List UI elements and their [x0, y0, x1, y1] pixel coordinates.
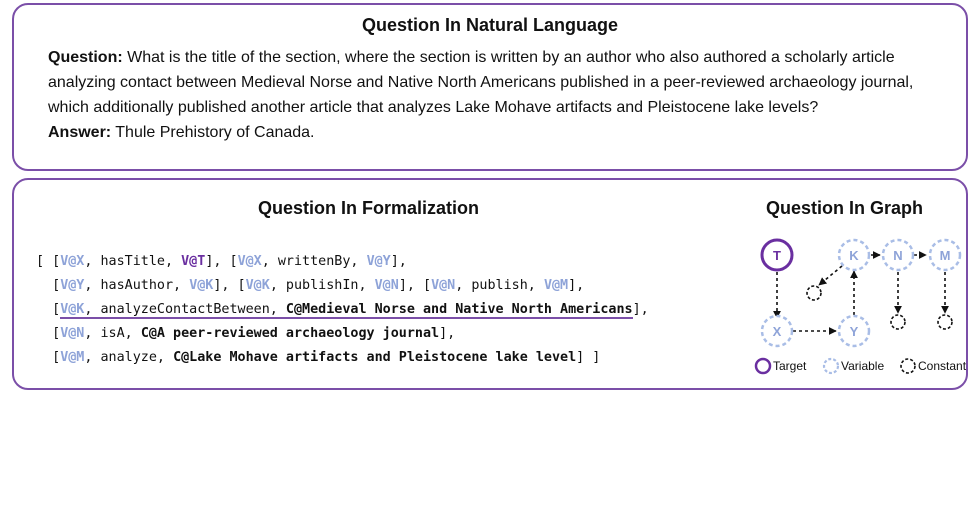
code-token: , analyzeContactBetween,	[84, 302, 286, 319]
question-block: Question: What is the title of the secti…	[48, 45, 926, 145]
legend-constant-icon	[900, 358, 916, 374]
legend-constant-label: Constant	[918, 359, 967, 373]
node-y: Y	[837, 314, 871, 348]
svg-text:M: M	[940, 248, 951, 263]
variable-token: V@K	[189, 278, 214, 293]
formal-query-code: [ [V@X, hasTitle, V@T], [V@X, writtenBy,…	[36, 250, 649, 370]
code-token: [	[36, 278, 61, 293]
svg-text:N: N	[893, 248, 902, 263]
code-token: ], [	[398, 278, 432, 293]
node-m: M	[928, 238, 962, 272]
variable-token: V@N	[431, 278, 456, 293]
code-token: ], [	[205, 254, 238, 269]
svg-text:K: K	[849, 248, 859, 263]
code-token: , publishIn,	[269, 278, 375, 293]
constant-token: C@Lake Mohave artifacts and Pleistocene …	[173, 350, 577, 365]
formalization-panel: Question In Formalization Question In Gr…	[12, 178, 968, 390]
constant-token: C@Medieval Norse and Native North Americ…	[285, 302, 633, 319]
node-k: K	[837, 238, 871, 272]
code-token: , writtenBy,	[261, 254, 367, 269]
code-token: , analyze,	[84, 350, 174, 365]
svg-text:T: T	[773, 248, 781, 263]
code-token: [	[36, 326, 61, 341]
node-x: X	[760, 314, 794, 348]
code-token: ], [	[213, 278, 246, 293]
node-t: T	[760, 238, 794, 272]
graph-legend: Target Variable Constant	[754, 357, 967, 375]
code-token: , hasTitle,	[84, 254, 182, 269]
question-text: What is the title of the section, where …	[48, 49, 914, 116]
code-line: [V@M, analyze, C@Lake Mohave artifacts a…	[36, 346, 649, 370]
code-line: [ [V@X, hasTitle, V@T], [V@X, writtenBy,…	[36, 250, 649, 274]
question-label: Question:	[48, 49, 123, 66]
variable-token: V@N	[374, 278, 399, 293]
constant-token: C@A peer-reviewed archaeology journal	[140, 326, 440, 341]
constant-node-2	[890, 314, 906, 330]
svg-text:Y: Y	[850, 324, 859, 339]
variable-token: V@K	[60, 302, 85, 319]
code-token: [ [	[36, 254, 61, 269]
variable-token: V@M	[543, 278, 569, 293]
code-token: ],	[632, 302, 649, 317]
natural-language-title: Question In Natural Language	[361, 15, 619, 35]
code-token: ] ]	[576, 350, 601, 365]
legend-variable-label: Variable	[841, 359, 884, 373]
code-token: , isA,	[84, 326, 141, 341]
natural-language-panel: Question In Natural Language Question: W…	[12, 3, 968, 171]
legend-target-label: Target	[773, 359, 807, 373]
formalization-title: Question In Formalization	[258, 198, 480, 218]
code-token: , hasAuthor,	[84, 278, 190, 293]
code-line: [V@K, analyzeContactBetween, C@Medieval …	[36, 298, 649, 322]
variable-token: V@M	[60, 350, 85, 365]
legend-target-icon	[754, 357, 772, 375]
variable-token: V@X	[237, 254, 262, 269]
code-token: [	[36, 302, 61, 317]
question-graph: T K N M X Y Target Variable Constant	[754, 238, 967, 375]
variable-token: V@Y	[60, 278, 85, 293]
target-token: V@T	[181, 254, 206, 269]
code-token: ],	[390, 254, 407, 269]
variable-token: V@K	[245, 278, 270, 293]
code-line: [V@Y, hasAuthor, V@K], [V@K, publishIn, …	[36, 274, 649, 298]
variable-token: V@X	[60, 254, 85, 269]
node-n: N	[881, 238, 915, 272]
code-token: [	[36, 350, 61, 365]
constant-node-3	[937, 314, 953, 330]
constant-node-1	[806, 285, 822, 301]
code-line: [V@N, isA, C@A peer-reviewed archaeology…	[36, 322, 649, 346]
code-token: ],	[439, 326, 456, 341]
code-token: ],	[568, 278, 585, 293]
answer-label: Answer:	[48, 124, 112, 141]
variable-token: V@N	[60, 326, 85, 341]
code-token: , publish,	[455, 278, 544, 293]
graph-title: Question In Graph	[766, 198, 924, 218]
legend-variable-icon	[822, 357, 840, 375]
edge-k-c1	[818, 265, 843, 286]
variable-token: V@Y	[366, 254, 391, 269]
answer-text: Thule Prehistory of Canada.	[115, 124, 315, 141]
svg-text:X: X	[773, 324, 782, 339]
